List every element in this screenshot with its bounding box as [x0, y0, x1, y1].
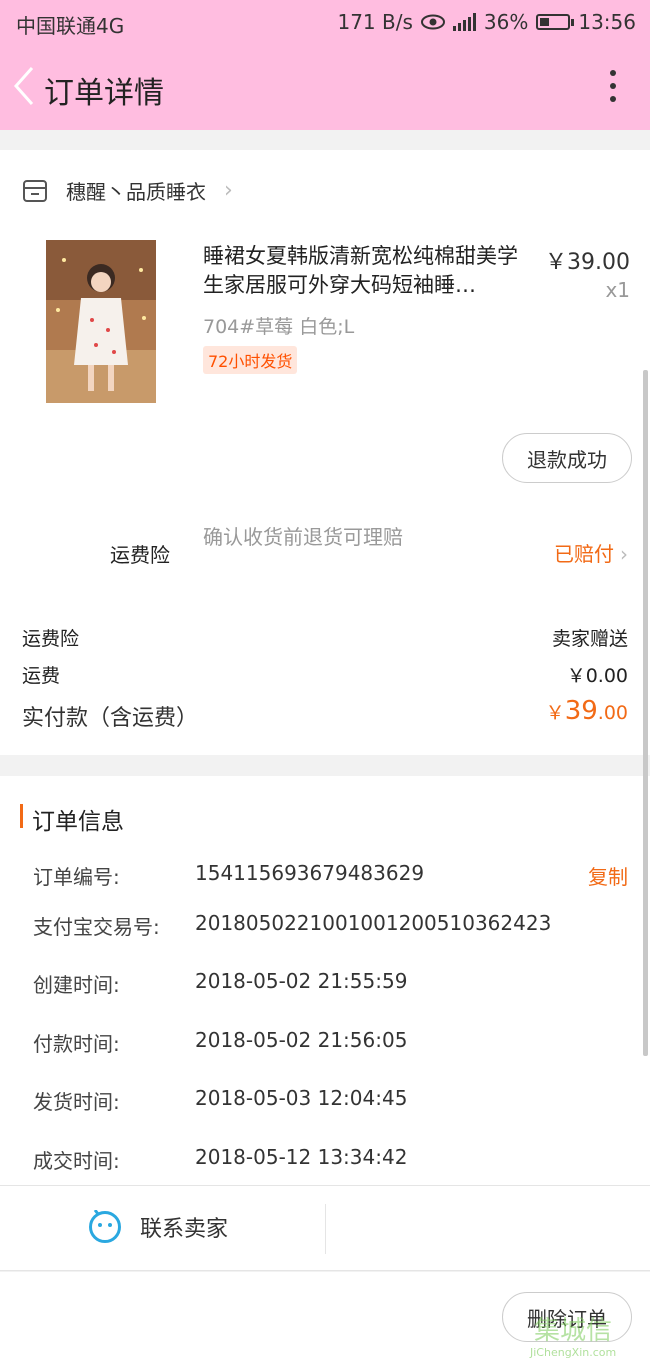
- contact-seller-button[interactable]: 联系卖家: [88, 1210, 228, 1244]
- insurance-label: 运费险: [110, 543, 170, 567]
- info-value: 2018-05-02 21:55:59: [195, 969, 408, 993]
- chevron-right-icon: ›: [224, 178, 233, 203]
- fee-row-shipping: 运费 ￥0.00: [22, 661, 628, 688]
- info-value: 154115693679483629: [195, 861, 425, 885]
- battery-percent: 36%: [483, 10, 529, 34]
- status-right: 171 B/s 36% 13:56: [337, 10, 636, 34]
- info-value: 2018-05-12 13:34:42: [195, 1145, 408, 1169]
- info-key: 创建时间:: [33, 973, 120, 997]
- signal-icon: [452, 13, 476, 31]
- paid-amount: ￥39.00: [546, 696, 628, 726]
- info-row-closed: 成交时间: 2018-05-12 13:34:42: [33, 1145, 628, 1174]
- info-row-paid: 付款时间: 2018-05-02 21:56:05: [33, 1028, 628, 1057]
- info-key: 成交时间:: [33, 1149, 120, 1173]
- info-key: 支付宝交易号:: [33, 915, 160, 939]
- info-row-created: 创建时间: 2018-05-02 21:55:59: [33, 969, 628, 998]
- fee-value: 卖家赠送: [551, 628, 628, 650]
- info-value: 2018-05-03 12:04:45: [195, 1086, 408, 1110]
- product-title[interactable]: 睡裙女夏韩版清新宽松纯棉甜美学生家居服可外穿大码短袖睡…: [203, 242, 535, 300]
- eye-icon: [420, 14, 445, 30]
- fee-label: 运费: [22, 665, 61, 687]
- info-row-order-number: 订单编号: 154115693679483629 复制: [33, 861, 628, 890]
- page-title: 订单详情: [44, 76, 164, 111]
- contact-bar: 联系卖家: [0, 1185, 650, 1271]
- shipping-tag: 72小时发货: [203, 346, 298, 374]
- info-key: 付款时间:: [33, 1032, 120, 1056]
- network-speed: 171 B/s: [337, 10, 413, 34]
- status-bar: 中国联通4G 171 B/s 36% 13:56: [0, 0, 650, 46]
- product-quantity: x1: [605, 278, 630, 302]
- scrollbar[interactable]: [643, 370, 648, 1056]
- paid-label: 实付款（含运费）: [22, 706, 199, 731]
- fee-label: 运费险: [22, 628, 80, 650]
- watermark-url: JiChengXin.com: [530, 1346, 617, 1359]
- refund-success-button[interactable]: 退款成功: [502, 433, 632, 483]
- nav-bar: 订单详情: [0, 50, 650, 126]
- more-menu-icon[interactable]: [606, 70, 620, 106]
- info-row-alipay-number: 支付宝交易号: 2018050221001001200510362423: [33, 911, 628, 940]
- watermark-logo: 集城信: [534, 1316, 613, 1346]
- divider: [325, 1204, 326, 1254]
- shop-link[interactable]: 穗醒丶品质睡衣 ›: [22, 176, 233, 205]
- fee-row-paid: 实付款（含运费） ￥39.00: [22, 696, 628, 732]
- header-bar: 中国联通4G 171 B/s 36% 13:56 订单详情: [0, 0, 650, 130]
- product-sku: 704#草莓 白色;L: [203, 316, 355, 338]
- info-key: 订单编号:: [33, 865, 120, 889]
- section-accent-bar: [20, 804, 23, 828]
- fee-row-insurance: 运费险 卖家赠送: [22, 624, 628, 651]
- chat-face-icon: [89, 1210, 121, 1243]
- info-value: 2018-05-02 21:56:05: [195, 1028, 408, 1052]
- contact-seller-label: 联系卖家: [140, 1217, 229, 1242]
- store-icon: [23, 179, 47, 202]
- order-info-card: 订单信息 订单编号: 154115693679483629 复制 支付宝交易号:…: [0, 776, 650, 1186]
- insurance-status-link[interactable]: 已赔付 ›: [554, 538, 628, 567]
- info-key: 发货时间:: [33, 1090, 120, 1114]
- product-thumbnail[interactable]: [46, 240, 156, 403]
- clock: 13:56: [578, 10, 636, 34]
- back-arrow-icon[interactable]: [10, 64, 40, 108]
- order-card: 穗醒丶品质睡衣 › 睡裙女夏韩版清新宽松纯棉甜美学生家居服可外穿大码短袖睡… ￥…: [0, 150, 650, 755]
- chevron-right-icon: ›: [620, 542, 628, 566]
- info-value: 2018050221001001200510362423: [195, 911, 552, 935]
- insurance-status: 已赔付: [554, 542, 614, 566]
- battery-icon: [536, 14, 575, 30]
- copy-button[interactable]: 复制: [588, 861, 628, 890]
- paid-currency: ￥: [545, 702, 565, 724]
- fee-value: ￥0.00: [566, 665, 628, 687]
- paid-decimal: .00: [597, 702, 628, 724]
- carrier-label: 中国联通4G: [16, 14, 125, 38]
- info-row-shipped: 发货时间: 2018-05-03 12:04:45: [33, 1086, 628, 1115]
- paid-integer: 39: [564, 696, 598, 726]
- shop-name: 穗醒丶品质睡衣: [66, 180, 206, 204]
- product-price: ￥39.00: [545, 250, 630, 275]
- section-title: 订单信息: [32, 809, 124, 835]
- insurance-description: 确认收货前退货可理赔: [203, 525, 403, 549]
